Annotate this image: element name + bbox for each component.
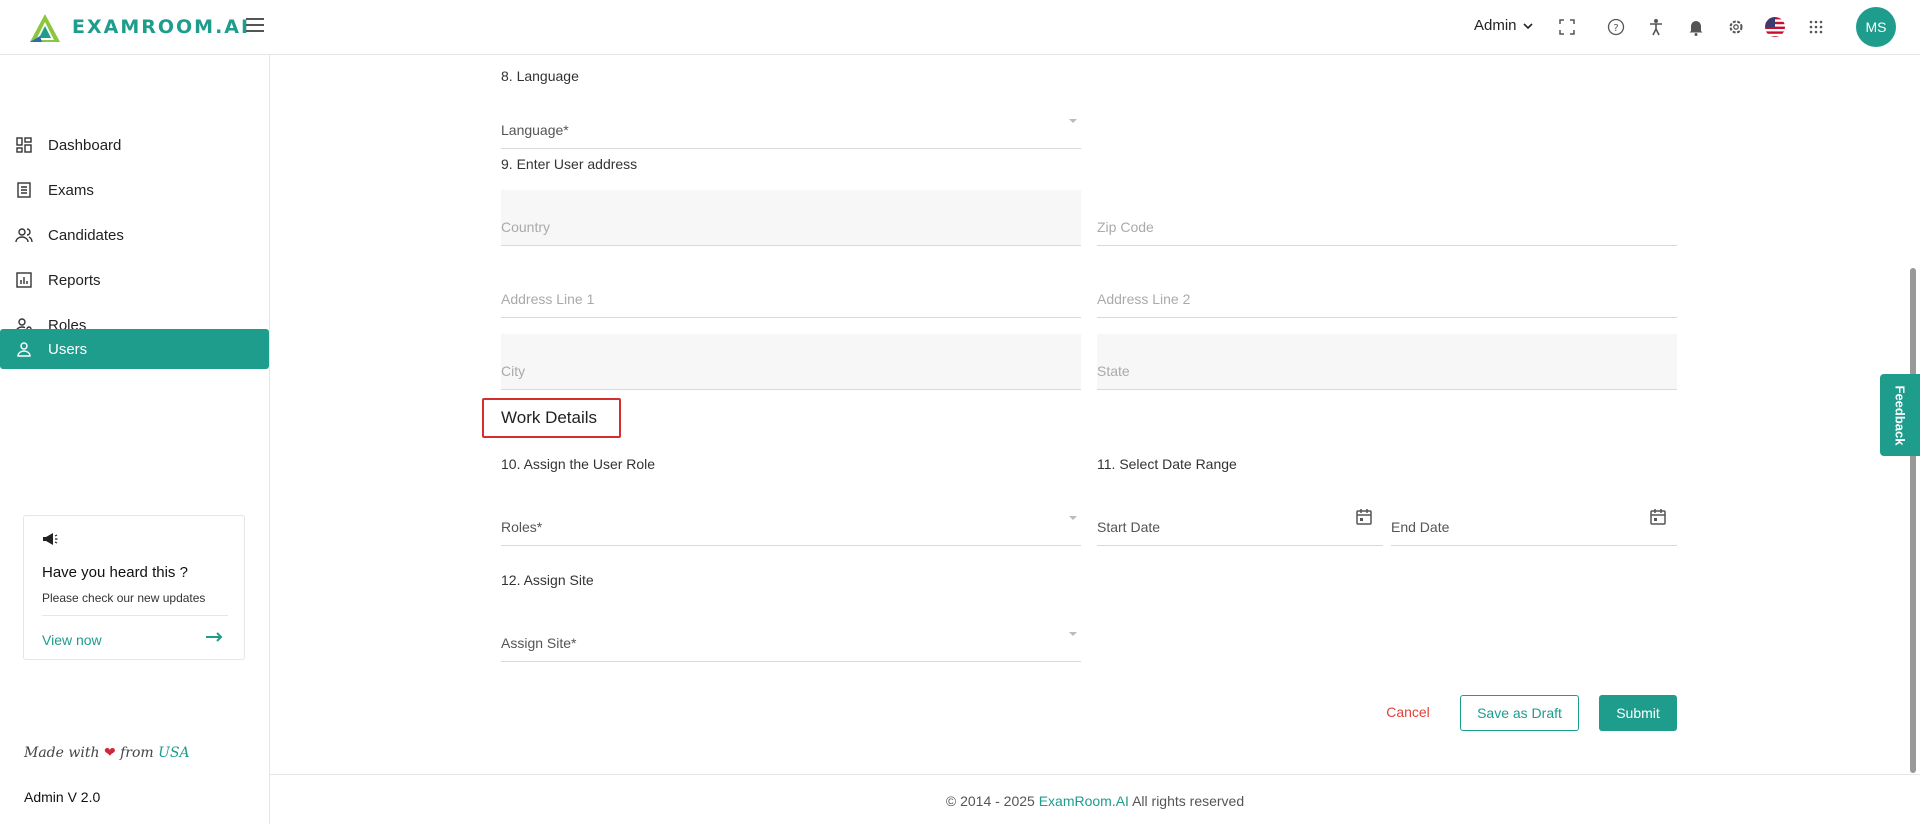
promo-divider xyxy=(42,615,228,616)
updates-promo-card: Have you heard this ? Please check our n… xyxy=(23,515,245,660)
apps-grid-icon[interactable] xyxy=(1805,16,1827,38)
work-details-title: Work Details xyxy=(501,408,598,427)
avatar[interactable]: MS xyxy=(1856,7,1896,47)
footer: © 2014 - 2025 ExamRoom.AI All rights res… xyxy=(945,793,1245,809)
footer-brand-link[interactable]: ExamRoom.AI xyxy=(1039,793,1129,809)
roles-select[interactable]: Roles* xyxy=(501,490,1081,546)
sidebar-item-exams[interactable]: Exams xyxy=(0,170,269,210)
view-now-link[interactable]: View now xyxy=(42,632,102,648)
save-as-draft-button[interactable]: Save as Draft xyxy=(1460,695,1579,731)
state-field[interactable]: State xyxy=(1097,334,1677,390)
chevron-down-icon xyxy=(1069,632,1077,636)
language-section-label: 8. Language xyxy=(501,68,579,84)
end-date-field[interactable]: End Date xyxy=(1391,490,1677,546)
footer-divider xyxy=(270,774,1920,775)
language-select[interactable]: Language* xyxy=(501,93,1081,149)
candidates-icon xyxy=(14,225,34,245)
sidebar-item-dashboard[interactable]: Dashboard xyxy=(0,125,269,165)
gear-icon[interactable] xyxy=(1725,16,1747,38)
site-section-label: 12. Assign Site xyxy=(501,572,594,588)
accessibility-icon[interactable] xyxy=(1645,16,1667,38)
sidebar-item-candidates[interactable]: Candidates xyxy=(0,215,269,255)
sidebar-item-label: Dashboard xyxy=(48,136,122,154)
assign-site-select[interactable]: Assign Site* xyxy=(501,606,1081,662)
us-flag-icon[interactable] xyxy=(1764,16,1786,38)
user-role-label: Admin xyxy=(1474,17,1517,34)
examroom-logo-icon[interactable] xyxy=(28,12,62,44)
logo-text[interactable]: EXAMROOM.AI xyxy=(72,16,250,38)
fullscreen-icon[interactable] xyxy=(1556,16,1578,38)
sidebar-item-reports[interactable]: Reports xyxy=(0,260,269,300)
address-line-1-field[interactable]: Address Line 1 xyxy=(501,262,1081,318)
heart-icon: ❤ xyxy=(103,745,116,761)
dashboard-icon xyxy=(14,135,34,155)
start-date-field[interactable]: Start Date xyxy=(1097,490,1383,546)
sidebar-item-label: Users xyxy=(48,340,88,358)
sidebar: Dashboard Exams Candidates Reports Roles… xyxy=(0,55,270,824)
chevron-down-icon xyxy=(1522,22,1533,29)
feedback-tab[interactable]: Feedback xyxy=(1880,374,1920,456)
submit-button[interactable]: Submit xyxy=(1599,695,1677,731)
promo-subtitle: Please check our new updates xyxy=(42,591,206,605)
chevron-down-icon xyxy=(1069,516,1077,520)
date-range-section-label: 11. Select Date Range xyxy=(1097,456,1237,472)
cancel-button[interactable]: Cancel xyxy=(1378,695,1438,729)
sidebar-item-label: Reports xyxy=(48,271,101,289)
calendar-icon[interactable] xyxy=(1649,508,1667,526)
address-section-label: 9. Enter User address xyxy=(501,156,638,172)
address-line-2-field[interactable]: Address Line 2 xyxy=(1097,262,1677,318)
megaphone-icon xyxy=(42,532,58,549)
reports-icon xyxy=(14,270,34,290)
sidebar-item-users[interactable]: Users xyxy=(0,329,269,369)
sidebar-item-label: Candidates xyxy=(48,226,124,244)
chevron-down-icon xyxy=(1069,119,1077,123)
city-field[interactable]: City xyxy=(501,334,1081,390)
svg-text:?: ? xyxy=(1613,23,1618,34)
users-icon xyxy=(14,339,34,359)
top-header: EXAMROOM.AI Admin ? MS xyxy=(0,0,1920,55)
exams-icon xyxy=(14,180,34,200)
scrollbar-thumb[interactable] xyxy=(1910,268,1916,773)
app-version: Admin V 2.0 xyxy=(24,789,101,805)
role-section-label: 10. Assign the User Role xyxy=(501,456,656,472)
bell-icon[interactable] xyxy=(1685,16,1707,38)
user-role-dropdown[interactable]: Admin xyxy=(1474,17,1533,34)
made-with-love: Made with ❤ from USA xyxy=(24,745,190,761)
zip-code-field[interactable]: Zip Code xyxy=(1097,190,1677,246)
country-field[interactable]: Country xyxy=(501,190,1081,246)
help-icon[interactable]: ? xyxy=(1605,16,1627,38)
promo-title: Have you heard this ? xyxy=(42,564,188,581)
calendar-icon[interactable] xyxy=(1355,508,1373,526)
arrow-right-icon[interactable] xyxy=(206,626,224,649)
menu-toggle-icon[interactable] xyxy=(246,18,264,34)
sidebar-item-label: Exams xyxy=(48,181,94,199)
